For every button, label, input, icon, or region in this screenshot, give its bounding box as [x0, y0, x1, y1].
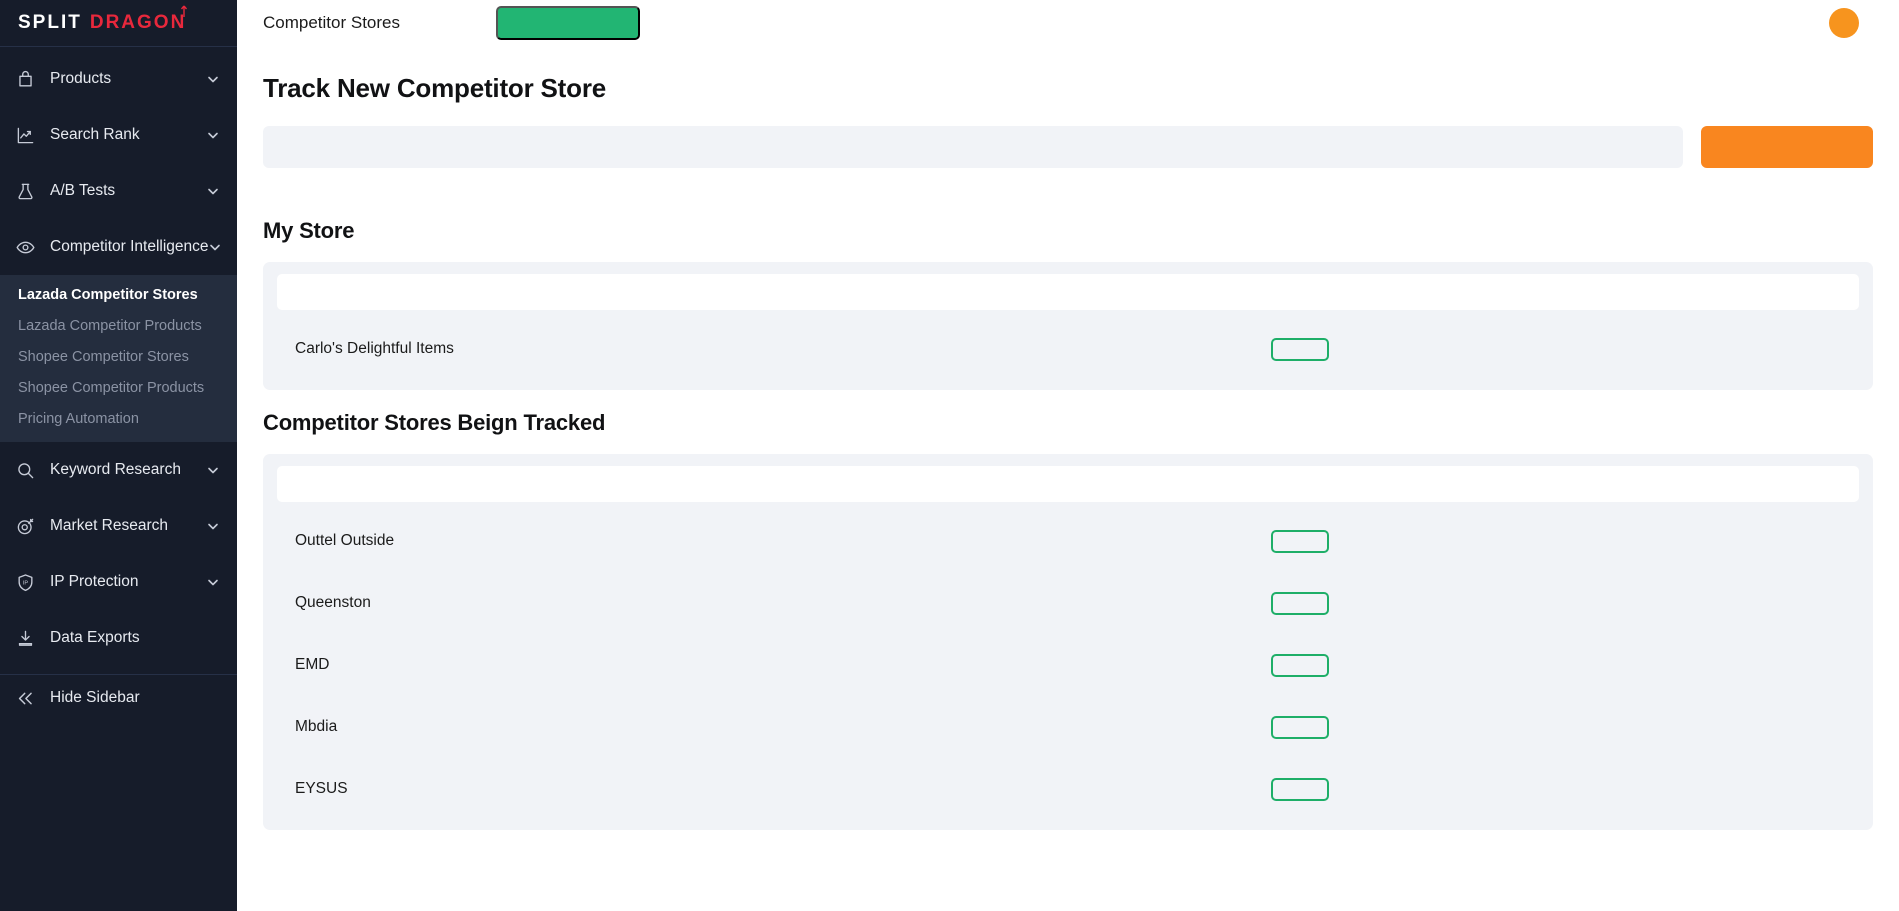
table-row[interactable]: Mbdia — [277, 696, 1859, 758]
sidebar-item-products[interactable]: Products — [0, 51, 237, 107]
page-title: Track New Competitor Store — [263, 73, 606, 103]
sidebar-item-label: Keyword Research — [50, 461, 181, 478]
store-name: Outtel Outside — [295, 532, 395, 549]
svg-text:IP: IP — [22, 580, 28, 586]
sidebar-item-market-research[interactable]: Market Research — [0, 498, 237, 554]
table-row[interactable]: EMD — [277, 634, 1859, 696]
chevron-down-icon — [206, 520, 219, 533]
store-name: EMD — [295, 656, 330, 673]
sidebar-subitem-shopee-competitor-products[interactable]: Shopee Competitor Products — [0, 372, 237, 403]
eye-icon — [14, 236, 36, 258]
row-action-button[interactable] — [1271, 715, 1329, 739]
table-row[interactable]: Outtel Outside — [277, 510, 1859, 572]
chevron-down-icon — [206, 73, 219, 86]
competitor-intelligence-submenu: Lazada Competitor Stores Lazada Competit… — [0, 275, 237, 442]
sidebar-item-label: IP Protection — [50, 573, 139, 590]
table-row[interactable]: Queenston — [277, 572, 1859, 634]
chevrons-left-icon — [14, 687, 36, 709]
sidebar-item-ip-protection[interactable]: IP IP Protection — [0, 554, 237, 610]
store-name: EYSUS — [295, 780, 348, 797]
row-action-button[interactable] — [1271, 337, 1329, 361]
dragon-tail-icon — [181, 5, 188, 17]
row-action-button[interactable] — [1271, 653, 1329, 677]
track-new-store-row — [263, 126, 1873, 168]
chevron-down-icon — [206, 576, 219, 589]
store-name: Queenston — [295, 594, 371, 611]
chevron-down-icon — [209, 241, 221, 254]
sidebar-subitem-lazada-competitor-stores[interactable]: Lazada Competitor Stores — [0, 279, 237, 310]
brand-name-first: SPLIT — [18, 12, 82, 33]
sidebar-item-keyword-research[interactable]: Keyword Research — [0, 442, 237, 498]
tracked-stores-section-title: Competitor Stores Beign Tracked — [263, 410, 606, 435]
search-icon — [14, 459, 36, 481]
bag-icon — [14, 68, 36, 90]
sidebar-item-search-rank[interactable]: Search Rank — [0, 107, 237, 163]
sidebar-subitem-label: Shopee Competitor Stores — [18, 348, 189, 365]
table-row[interactable]: Carlo's Delightful Items — [277, 318, 1859, 380]
row-action-button[interactable] — [1271, 777, 1329, 801]
table-row[interactable]: EYSUS — [277, 758, 1859, 820]
chevron-down-icon — [206, 185, 219, 198]
target-icon — [14, 515, 36, 537]
topbar: Competitor Stores — [237, 0, 1899, 47]
sidebar-subitem-label: Shopee Competitor Products — [18, 379, 205, 396]
sidebar-subitem-shopee-competitor-stores[interactable]: Shopee Competitor Stores — [0, 341, 237, 372]
sidebar-subitem-label: Lazada Competitor Stores — [18, 286, 198, 303]
download-icon — [14, 627, 36, 649]
sidebar-item-data-exports[interactable]: Data Exports — [0, 610, 237, 666]
trending-up-chart-icon — [14, 124, 36, 146]
brand-name-second-text: DRAGON — [89, 12, 187, 33]
tracked-stores-card: Outtel Outside Queenston EMD Mbdia EYSUS — [263, 454, 1873, 830]
chevron-down-icon — [206, 129, 219, 142]
flask-icon — [14, 180, 36, 202]
track-store-button[interactable] — [1701, 126, 1873, 168]
chevron-down-icon — [206, 464, 219, 477]
sidebar-item-ab-tests[interactable]: A/B Tests — [0, 163, 237, 219]
avatar[interactable] — [1829, 8, 1859, 38]
main-area: Competitor Stores Track New Competitor S… — [237, 0, 1899, 911]
store-name: Carlo's Delightful Items — [295, 340, 454, 357]
store-name: Mbdia — [295, 718, 338, 735]
sidebar-item-label: Market Research — [50, 517, 169, 534]
sidebar-subitem-label: Pricing Automation — [18, 410, 139, 427]
hide-sidebar-label: Hide Sidebar — [50, 689, 140, 706]
sidebar-item-label: Data Exports — [50, 629, 140, 646]
my-store-section-title: My Store — [263, 218, 355, 243]
topbar-action-pill[interactable] — [496, 6, 640, 40]
sidebar-item-label: Search Rank — [50, 126, 140, 143]
sidebar-subitem-pricing-automation[interactable]: Pricing Automation — [0, 403, 237, 434]
my-store-card: Carlo's Delightful Items — [263, 262, 1873, 390]
brand-logo-text: SPLIT DRAGON — [18, 5, 188, 34]
sidebar-item-label: A/B Tests — [50, 182, 116, 199]
brand-name-second: DRAGON — [89, 5, 188, 34]
hide-sidebar-button[interactable]: Hide Sidebar — [0, 675, 237, 731]
brand-logo[interactable]: SPLIT DRAGON — [0, 0, 237, 47]
sidebar-nav: Products Search Rank A/B Tests Competito… — [0, 47, 237, 911]
app-root: SPLIT DRAGON Products Search Rank A/B Te… — [0, 0, 1899, 911]
page-content: Track New Competitor Store My Store Carl… — [237, 47, 1899, 911]
row-action-button[interactable] — [1271, 591, 1329, 615]
row-action-button[interactable] — [1271, 529, 1329, 553]
shield-ip-icon: IP — [14, 571, 36, 593]
sidebar: SPLIT DRAGON Products Search Rank A/B Te… — [0, 0, 237, 911]
sidebar-subitem-label: Lazada Competitor Products — [18, 317, 202, 334]
sidebar-item-label: Competitor Intelligence — [50, 238, 209, 255]
my-store-search-input[interactable] — [277, 274, 1859, 310]
track-store-input[interactable] — [263, 126, 1683, 168]
sidebar-item-competitor-intelligence[interactable]: Competitor Intelligence — [0, 219, 237, 275]
sidebar-subitem-lazada-competitor-products[interactable]: Lazada Competitor Products — [0, 310, 237, 341]
sidebar-item-label: Products — [50, 70, 112, 87]
tracked-stores-search-input[interactable] — [277, 466, 1859, 502]
topbar-title: Competitor Stores — [263, 13, 400, 32]
